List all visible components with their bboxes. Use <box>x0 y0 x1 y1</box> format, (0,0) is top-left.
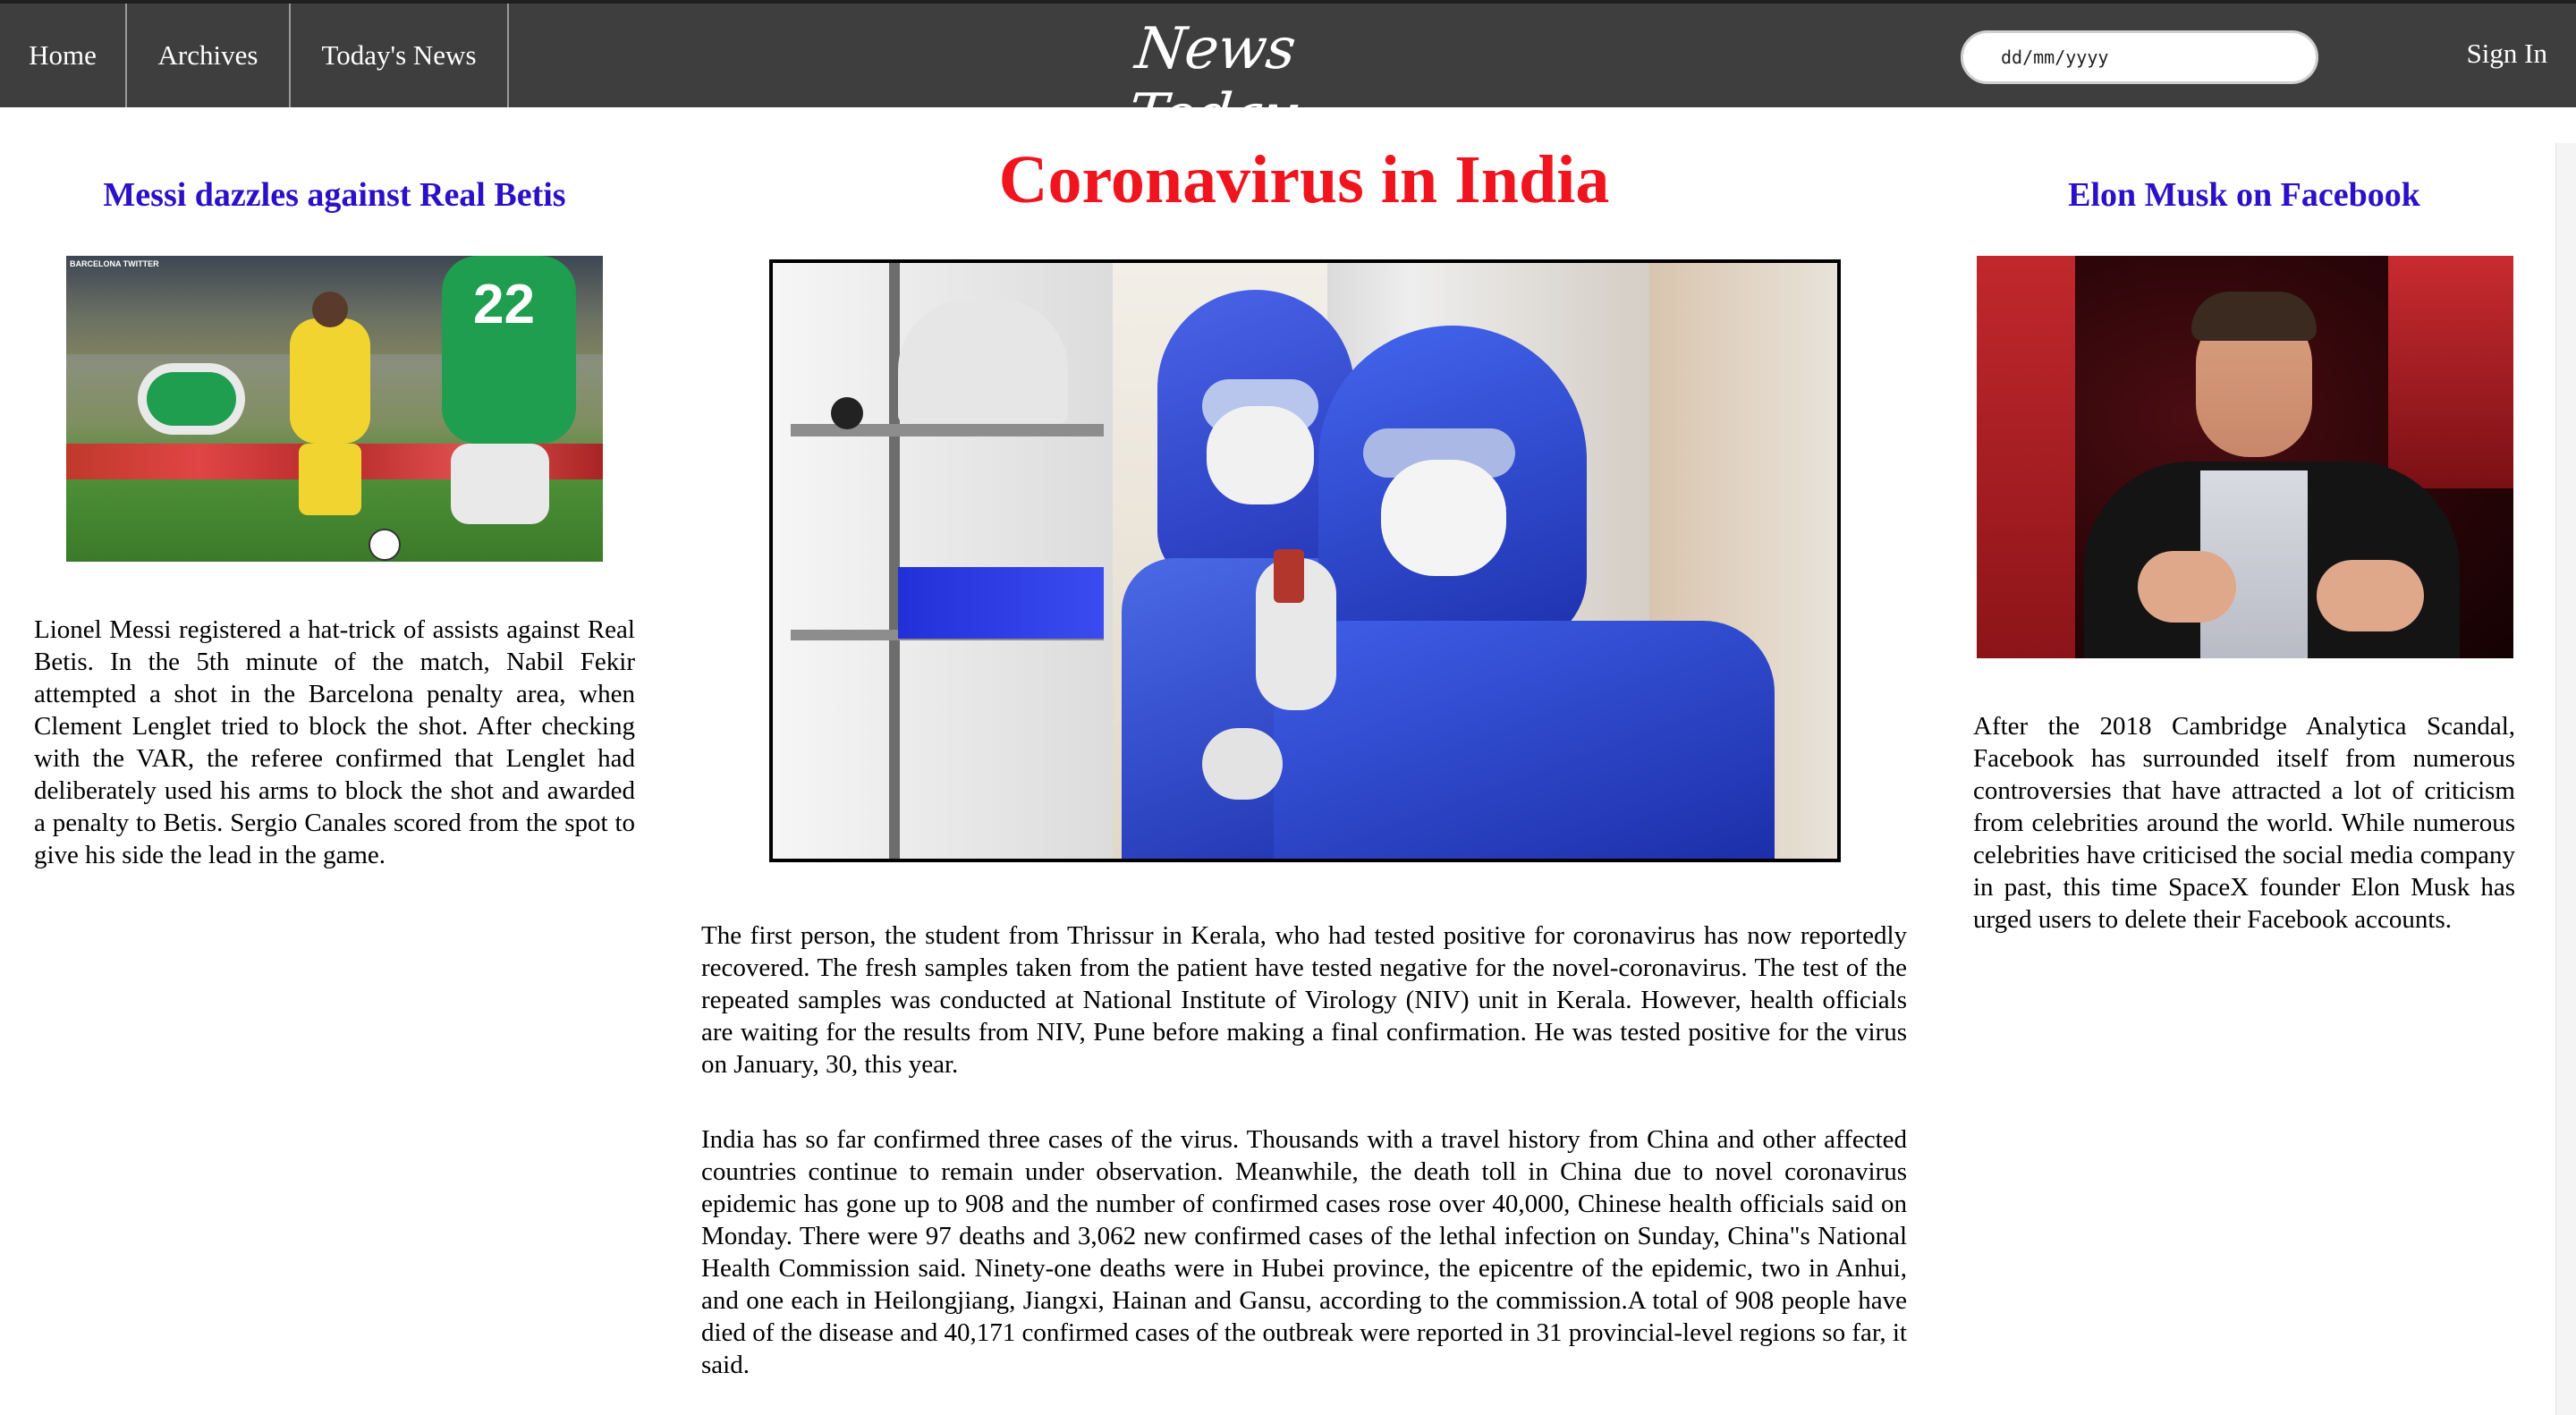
messi-match-photo: 22 BARCELONA TWITTER <box>66 256 603 562</box>
player-number-22: 22 <box>473 274 535 335</box>
page-scrollbar[interactable] <box>2555 143 2576 1415</box>
top-navbar: Home Archives Today's News News Today Si… <box>0 0 2576 148</box>
image-caption: BARCELONA TWITTER <box>70 259 159 268</box>
coronavirus-lab-photo <box>769 259 1841 862</box>
left-article: Messi dazzles against Real Betis 22 BARC… <box>34 107 635 869</box>
nav-todays-news-link[interactable]: Today's News <box>291 4 509 107</box>
nav-archives-link[interactable]: Archives <box>127 4 291 107</box>
main-article: Coronavirus in India The first person, t… <box>701 107 1907 1379</box>
sign-in-link[interactable]: Sign In <box>2467 38 2547 70</box>
right-article: Elon Musk on Facebook After the 2018 Cam… <box>1973 107 2515 934</box>
date-input[interactable] <box>1961 30 2318 84</box>
right-article-body: After the 2018 Cambridge Analytica Scand… <box>1973 712 2515 934</box>
nav-home-link[interactable]: Home <box>0 4 127 107</box>
main-article-paragraph-2: India has so far confirmed three cases o… <box>701 1125 1907 1379</box>
main-article-paragraph-1: The first person, the student from Thris… <box>701 921 1907 1079</box>
left-article-body: Lionel Messi registered a hat-trick of a… <box>34 615 635 869</box>
left-article-title[interactable]: Messi dazzles against Real Betis <box>34 176 635 215</box>
elon-musk-photo <box>1977 256 2513 658</box>
right-article-title[interactable]: Elon Musk on Facebook <box>1973 176 2515 215</box>
main-article-title: Coronavirus in India <box>998 142 1610 217</box>
nav-links: Home Archives Today's News <box>0 4 509 107</box>
